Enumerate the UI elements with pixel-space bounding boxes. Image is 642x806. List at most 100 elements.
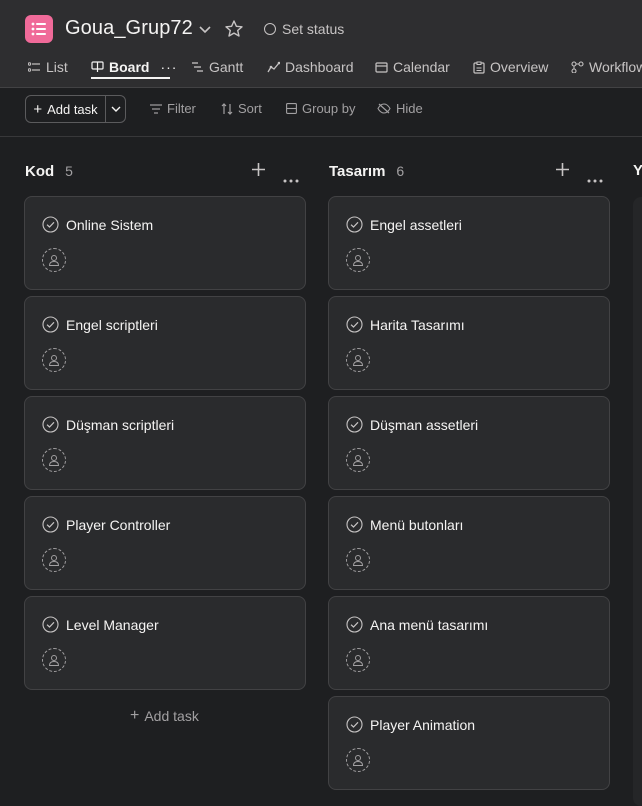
add-card-plus-icon[interactable] [251, 162, 266, 182]
task-card[interactable]: Level Manager [24, 596, 306, 690]
task-title: Player Animation [370, 717, 476, 733]
check-circle-icon[interactable] [346, 516, 363, 533]
tab-label: List [46, 59, 68, 75]
task-card[interactable]: Player Animation [328, 696, 610, 790]
tab-dashboard[interactable]: Dashboard [267, 56, 354, 78]
tab-workflow[interactable]: Workflow [571, 56, 642, 78]
check-circle-icon[interactable] [42, 416, 59, 433]
task-card[interactable]: Düşman scriptleri [24, 396, 306, 490]
add-card-plus-icon[interactable] [555, 162, 570, 182]
assignee-placeholder-icon[interactable] [42, 548, 66, 572]
project-list-icon[interactable] [25, 15, 53, 43]
task-title: Ana menü tasarımı [370, 617, 489, 633]
check-circle-icon[interactable] [42, 216, 59, 233]
group-by-label: Group by [302, 101, 356, 116]
check-circle-icon[interactable] [42, 516, 59, 533]
group-by-button[interactable]: Group by [286, 101, 355, 116]
column-header-tasarim: Tasarım 6 [329, 161, 404, 181]
tab-label: Gantt [209, 59, 244, 75]
group-by-icon [286, 103, 297, 114]
workflow-icon [571, 61, 584, 73]
column-name[interactable]: Kod [25, 163, 54, 180]
tab-overview[interactable]: Overview [473, 56, 548, 78]
assignee-placeholder-icon[interactable] [346, 348, 370, 372]
plus-icon: + [33, 100, 43, 118]
task-title: Engel assetleri [370, 217, 462, 233]
column-count: 6 [396, 163, 405, 179]
add-task-dropdown-button[interactable] [106, 96, 125, 122]
task-card[interactable]: Düşman assetleri [328, 396, 610, 490]
tab-calendar[interactable]: Calendar [375, 56, 450, 78]
tab-label: Overview [490, 59, 549, 75]
assignee-placeholder-icon[interactable] [346, 448, 370, 472]
add-task-button[interactable]: + Add task [26, 96, 106, 122]
board-toolbar: + Add task Filter Sort Group by Hide [0, 89, 642, 137]
tab-list[interactable]: List [28, 56, 68, 78]
star-icon[interactable] [224, 19, 244, 44]
dashboard-icon [267, 61, 280, 73]
board-icon [91, 61, 104, 72]
check-circle-icon[interactable] [346, 716, 363, 733]
chevron-down-icon [111, 106, 120, 112]
task-card[interactable]: Ana menü tasarımı [328, 596, 610, 690]
chevron-down-icon[interactable] [198, 22, 212, 40]
check-circle-icon[interactable] [346, 316, 363, 333]
view-tabs: List Board ··· Gantt Dashboard Calendar … [0, 50, 642, 88]
filter-button[interactable]: Filter [150, 101, 196, 116]
task-card[interactable]: Player Controller [24, 496, 306, 590]
add-task-split-button: + Add task [25, 95, 126, 123]
task-title: Engel scriptleri [66, 317, 158, 333]
task-title: Düşman assetleri [370, 417, 479, 433]
project-title[interactable]: Goua_Grup72 [65, 17, 193, 40]
task-title: Menü butonları [370, 517, 464, 533]
more-icon[interactable]: ··· [160, 59, 177, 75]
status-circle-icon [264, 23, 276, 35]
set-status-button[interactable]: Set status [264, 21, 344, 37]
check-circle-icon[interactable] [42, 316, 59, 333]
check-circle-icon[interactable] [346, 216, 363, 233]
set-status-label: Set status [282, 21, 345, 37]
assignee-placeholder-icon[interactable] [42, 648, 66, 672]
check-circle-icon[interactable] [42, 616, 59, 633]
sort-icon [221, 102, 233, 115]
active-tab-indicator [91, 77, 170, 79]
column-more-icon[interactable] [283, 170, 299, 188]
board-area: Kod 5 Online Sistem Engel scriptleri Düş… [0, 137, 642, 806]
tab-label: Dashboard [285, 59, 354, 75]
task-title: Player Controller [66, 517, 171, 533]
check-circle-icon[interactable] [346, 416, 363, 433]
assignee-placeholder-icon[interactable] [42, 248, 66, 272]
task-title: Düşman scriptleri [66, 417, 175, 433]
sort-button[interactable]: Sort [221, 101, 262, 116]
task-card[interactable]: Online Sistem [24, 196, 306, 290]
tab-board[interactable]: Board ··· [91, 56, 177, 78]
column-count: 5 [65, 163, 73, 179]
task-title: Online Sistem [66, 217, 154, 233]
filter-icon [150, 103, 162, 114]
task-title: Level Manager [66, 617, 159, 633]
assignee-placeholder-icon[interactable] [346, 248, 370, 272]
task-card[interactable]: Menü butonları [328, 496, 610, 590]
task-card[interactable]: Harita Tasarımı [328, 296, 610, 390]
assignee-placeholder-icon[interactable] [346, 648, 370, 672]
check-circle-icon[interactable] [346, 616, 363, 633]
assignee-placeholder-icon[interactable] [346, 748, 370, 772]
column-add-task-button[interactable]: + Add task [130, 708, 199, 725]
hide-label: Hide [396, 101, 423, 116]
add-task-label: Add task [47, 101, 98, 117]
hide-button[interactable]: Hide [377, 101, 423, 116]
column-name[interactable]: Tasarım [329, 163, 385, 180]
column-name[interactable]: Ya [633, 162, 642, 179]
assignee-placeholder-icon[interactable] [346, 548, 370, 572]
project-header: Goua_Grup72 Set status List Board ··· Ga… [0, 0, 642, 88]
assignee-placeholder-icon[interactable] [42, 448, 66, 472]
tab-label: Calendar [393, 59, 450, 75]
tab-gantt[interactable]: Gantt [191, 56, 243, 78]
sort-label: Sort [238, 101, 262, 116]
assignee-placeholder-icon[interactable] [42, 348, 66, 372]
list-icon [28, 61, 40, 72]
add-task-label: Add task [144, 708, 199, 724]
task-card[interactable]: Engel assetleri [328, 196, 610, 290]
task-card[interactable]: Engel scriptleri [24, 296, 306, 390]
column-more-icon[interactable] [587, 170, 603, 188]
